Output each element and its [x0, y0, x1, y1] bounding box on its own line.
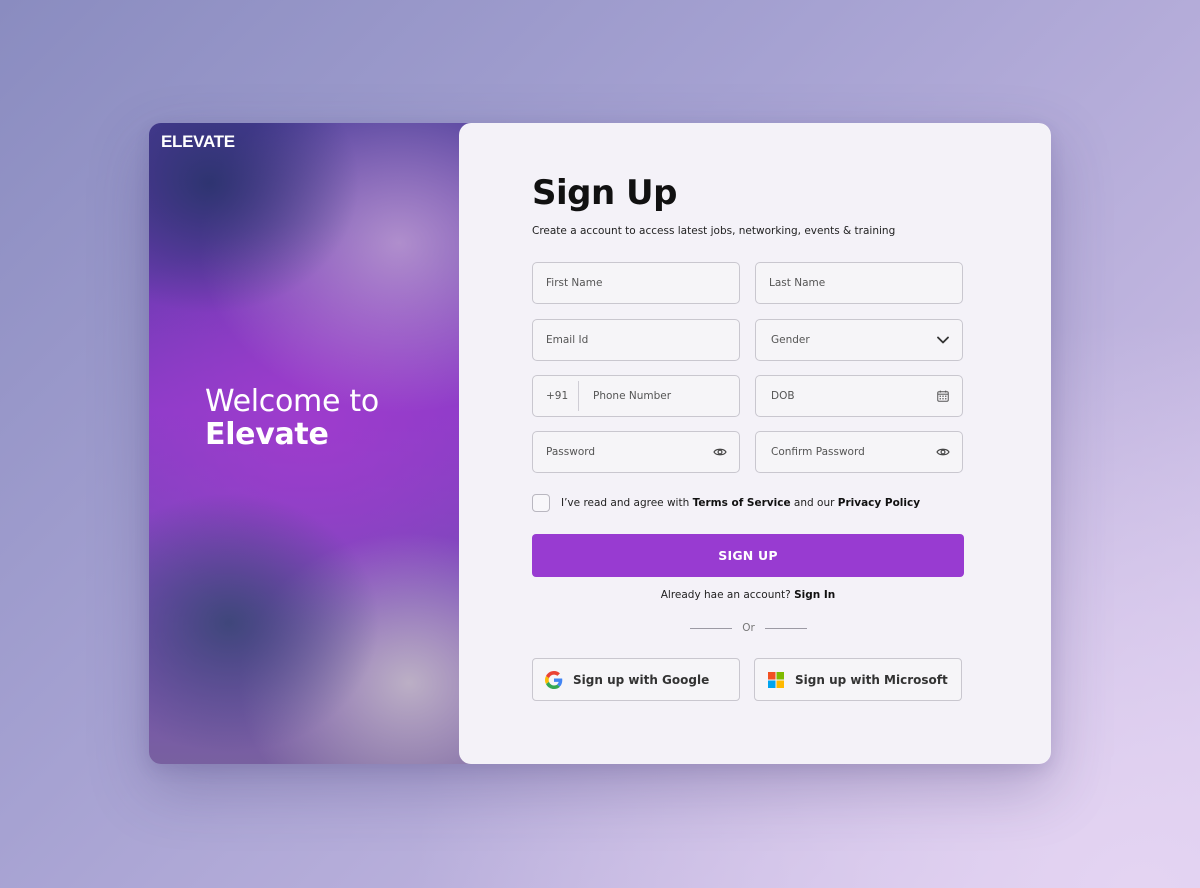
phone-number-input[interactable]	[593, 390, 726, 402]
eye-icon[interactable]	[712, 444, 728, 460]
last-name-field[interactable]	[755, 262, 963, 304]
terms-of-service-link[interactable]: Terms of Service	[693, 497, 791, 509]
sign-up-button[interactable]: SIGN UP	[532, 534, 964, 577]
gender-select[interactable]: Gender	[755, 319, 963, 361]
have-account-text: Already hae an account?	[660, 589, 795, 601]
password-input[interactable]	[546, 446, 726, 458]
microsoft-icon	[767, 671, 785, 689]
sign-in-link[interactable]: Sign In	[794, 589, 835, 601]
divider-line-left	[690, 627, 732, 629]
confirm-password-field[interactable]	[755, 431, 963, 473]
signup-form-panel: Sign Up Create a account to access lates…	[459, 123, 1051, 764]
eye-icon[interactable]	[935, 444, 951, 460]
gender-select-label: Gender	[771, 334, 810, 346]
page-title: Sign Up	[532, 173, 677, 213]
sign-in-prompt: Already hae an account? Sign In	[459, 589, 1037, 601]
first-name-field[interactable]	[532, 262, 740, 304]
calendar-icon[interactable]	[935, 388, 951, 404]
last-name-input[interactable]	[769, 277, 949, 289]
first-name-input[interactable]	[546, 277, 726, 289]
google-icon	[545, 670, 563, 689]
welcome-heading: Welcome to Elevate	[205, 385, 379, 451]
terms-middle-text: and our	[790, 497, 838, 509]
phone-country-code[interactable]: +91	[546, 381, 579, 411]
dob-label: DOB	[771, 390, 795, 402]
terms-checkbox[interactable]	[532, 494, 550, 512]
welcome-line-2: Elevate	[205, 417, 329, 452]
google-signup-button[interactable]: Sign up with Google	[532, 658, 740, 701]
dob-field[interactable]: DOB	[755, 375, 963, 417]
terms-agreement: I’ve read and agree with Terms of Servic…	[532, 494, 920, 512]
phone-field[interactable]: +91	[532, 375, 740, 417]
microsoft-signup-button[interactable]: Sign up with Microsoft	[754, 658, 962, 701]
welcome-line-1: Welcome to	[205, 384, 379, 419]
password-field[interactable]	[532, 431, 740, 473]
confirm-password-input[interactable]	[771, 446, 949, 458]
divider-text: Or	[742, 622, 755, 634]
email-field[interactable]	[532, 319, 740, 361]
privacy-policy-link[interactable]: Privacy Policy	[838, 497, 920, 509]
or-divider: Or	[690, 622, 807, 634]
brand-panel: ELEVATE Welcome to Elevate	[149, 123, 471, 764]
terms-prefix-text: I’ve read and agree with	[561, 497, 693, 509]
microsoft-signup-label: Sign up with Microsoft	[795, 672, 948, 687]
page-subtitle: Create a account to access latest jobs, …	[532, 225, 896, 237]
chevron-down-icon[interactable]	[935, 332, 951, 348]
signup-card: ELEVATE Welcome to Elevate Sign Up Creat…	[149, 123, 1051, 764]
elevate-logo: ELEVATE	[161, 132, 235, 151]
divider-line-right	[765, 627, 807, 629]
google-signup-label: Sign up with Google	[573, 672, 710, 687]
email-input[interactable]	[546, 334, 726, 346]
